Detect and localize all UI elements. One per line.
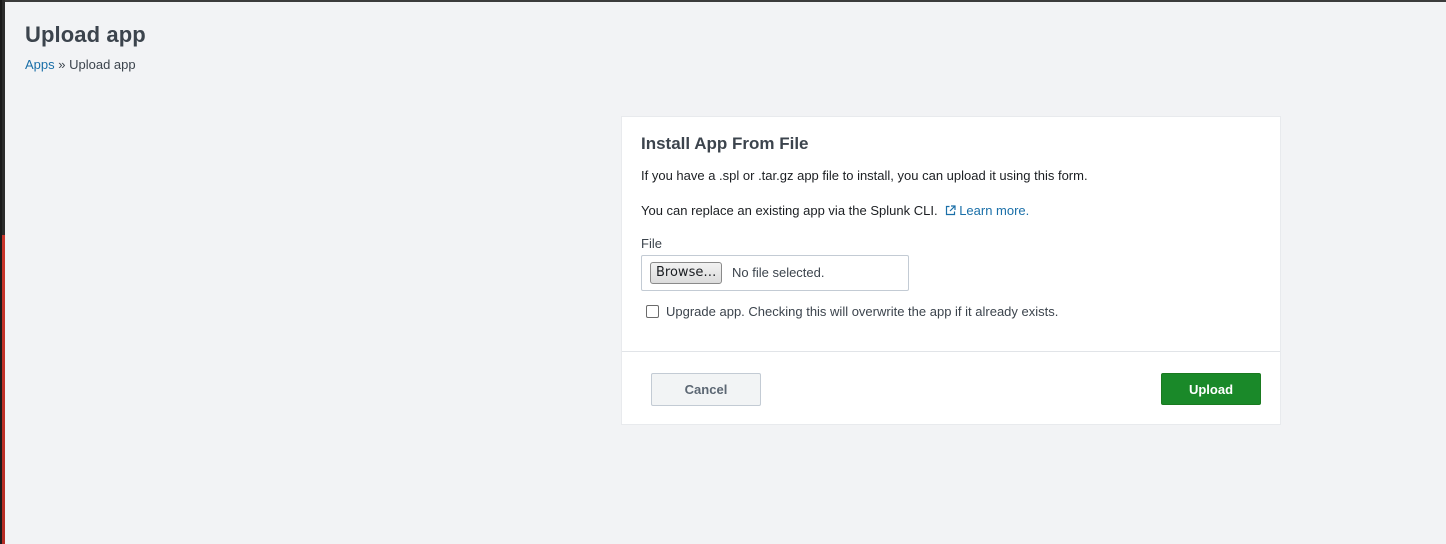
external-link-icon: [946, 205, 956, 216]
breadcrumb-apps-link[interactable]: Apps: [25, 57, 55, 72]
browse-button[interactable]: Browse…: [650, 262, 723, 284]
learn-more-label: Learn more.: [959, 203, 1030, 218]
learn-more-link[interactable]: Learn more.: [945, 203, 1029, 218]
window-top-border: [0, 0, 1446, 2]
breadcrumb-current: Upload app: [69, 57, 136, 72]
panel-title: Install App From File: [641, 134, 809, 153]
intro-text: If you have a .spl or .tar.gz app file t…: [641, 168, 1088, 183]
file-label: File: [641, 236, 662, 251]
breadcrumb: Apps » Upload app: [25, 57, 136, 72]
page-title: Upload app: [25, 22, 146, 47]
panel-footer: Cancel Upload: [622, 351, 1280, 424]
cancel-button[interactable]: Cancel: [651, 373, 761, 406]
cli-text-row: You can replace an existing app via the …: [641, 203, 1029, 218]
upgrade-app-label[interactable]: Upgrade app. Checking this will overwrit…: [666, 304, 1058, 319]
cli-text: You can replace an existing app via the …: [641, 203, 938, 218]
panel-body: Install App From File If you have a .spl…: [622, 117, 1280, 352]
breadcrumb-separator: »: [54, 57, 70, 72]
no-file-selected-text: No file selected.: [732, 265, 825, 280]
file-input[interactable]: Browse… No file selected.: [641, 255, 909, 291]
upgrade-app-checkbox[interactable]: [646, 305, 659, 318]
upload-button[interactable]: Upload: [1161, 373, 1261, 405]
install-app-panel: Install App From File If you have a .spl…: [621, 116, 1281, 425]
left-window-edge: [0, 0, 5, 544]
